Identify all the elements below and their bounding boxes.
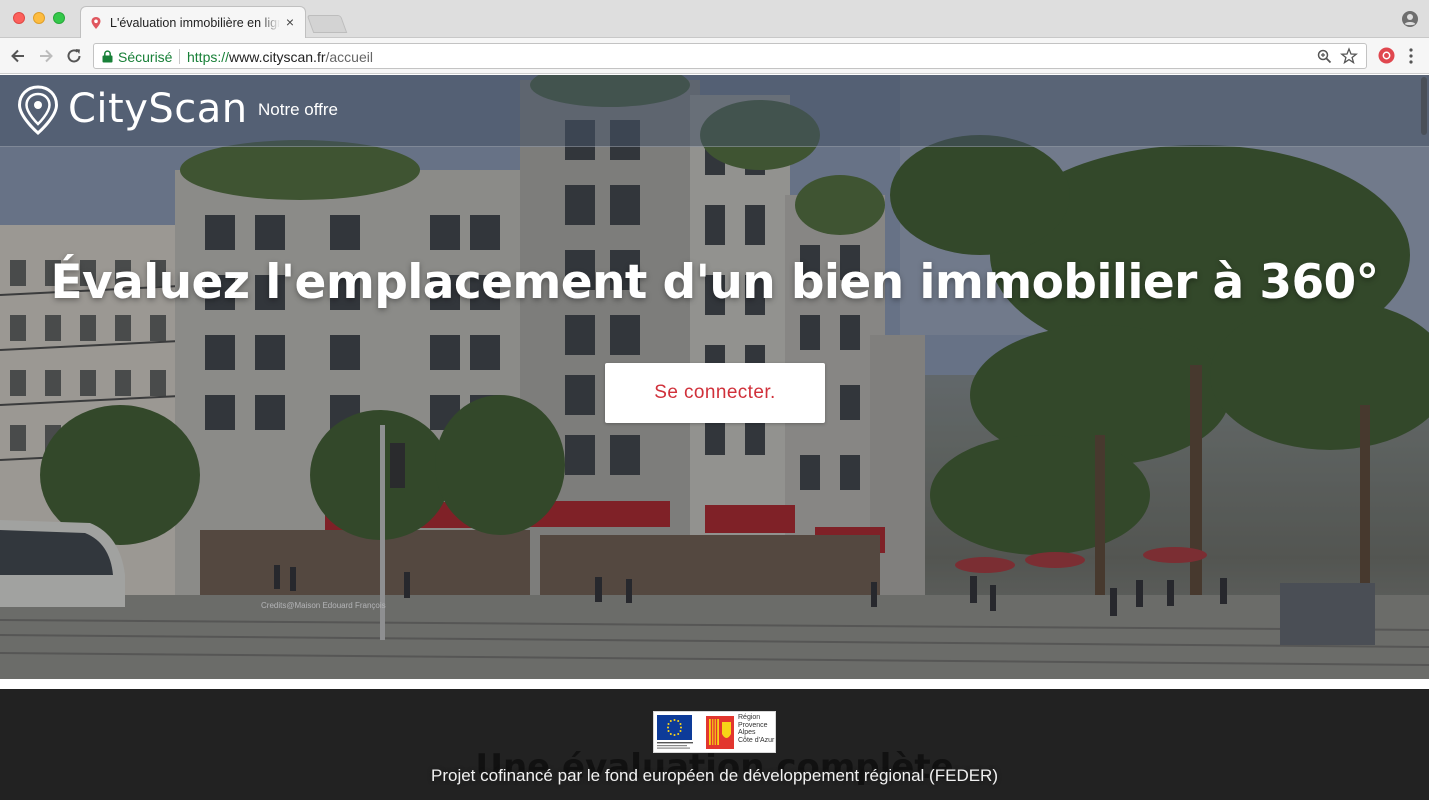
page-scrollbar[interactable] (1419, 75, 1429, 679)
tab-close-icon[interactable]: × (283, 15, 297, 29)
region-caption-line: Alpes (738, 729, 756, 736)
nav-link-notre-offre[interactable]: Notre offre (258, 100, 338, 120)
scrollbar-thumb[interactable] (1421, 77, 1427, 135)
region-caption: Région Provence Alpes Côte d'Azur (738, 714, 774, 744)
section-separator (0, 679, 1429, 689)
bookmark-star-icon[interactable] (1340, 47, 1358, 65)
tab-title: L'évaluation immobilière en ligne (110, 16, 280, 30)
feder-caption: Projet cofinancé par le fond européen de… (430, 766, 998, 785)
window-maximize-button[interactable] (53, 12, 65, 24)
url-scheme: https:// (187, 49, 230, 65)
eu-caption-graphic (657, 742, 693, 749)
window-minimize-button[interactable] (33, 12, 45, 24)
lock-icon (102, 50, 113, 63)
feder-banner: Une évaluation complète Région Provence … (0, 689, 1429, 800)
region-caption-line: Provence (738, 721, 768, 729)
forward-arrow-icon[interactable] (36, 46, 56, 66)
browser-titlebar: L'évaluation immobilière en ligne × (0, 0, 1429, 39)
secure-label: Sécurisé (118, 49, 173, 65)
map-pin-icon (91, 17, 101, 29)
site-header: CityScan Notre offre (0, 75, 1429, 147)
region-caption-line: Côte d'Azur (738, 736, 775, 744)
kebab-menu-icon[interactable] (1405, 47, 1417, 65)
brand-logo-text[interactable]: CityScan (68, 86, 248, 132)
reload-icon[interactable] (64, 46, 84, 66)
omnibox-divider (179, 49, 180, 64)
cityscan-pin-logo-icon[interactable] (17, 85, 59, 135)
web-page: Credits@Maison Edouard François CityScan… (0, 75, 1429, 800)
browser-toolbar: Sécurisé https://www.cityscan.fr/accueil (0, 38, 1429, 74)
url-path: /accueil (325, 49, 373, 65)
address-bar[interactable]: Sécurisé https://www.cityscan.fr/accueil (93, 43, 1367, 69)
feder-logos: Région Provence Alpes Côte d'Azur (653, 711, 776, 753)
extension-icon[interactable] (1378, 47, 1395, 64)
hero-headline: Évaluez l'emplacement d'un bien immobili… (50, 255, 1379, 310)
region-crest-icon (706, 716, 734, 749)
zoom-icon[interactable] (1317, 49, 1332, 64)
profile-icon[interactable] (1401, 10, 1419, 28)
region-caption-line: Région (738, 714, 761, 721)
url-host: www.cityscan.fr (229, 49, 326, 65)
new-tab-button[interactable] (306, 15, 348, 33)
back-arrow-icon[interactable] (8, 46, 28, 66)
window-close-button[interactable] (13, 12, 25, 24)
hero-section: Credits@Maison Edouard François CityScan… (0, 75, 1429, 679)
login-button[interactable]: Se connecter. (605, 363, 825, 423)
browser-tab-active[interactable]: L'évaluation immobilière en ligne × (80, 6, 306, 39)
eu-flag-icon (657, 715, 692, 740)
url-text[interactable]: https://www.cityscan.fr/accueil (187, 49, 373, 65)
